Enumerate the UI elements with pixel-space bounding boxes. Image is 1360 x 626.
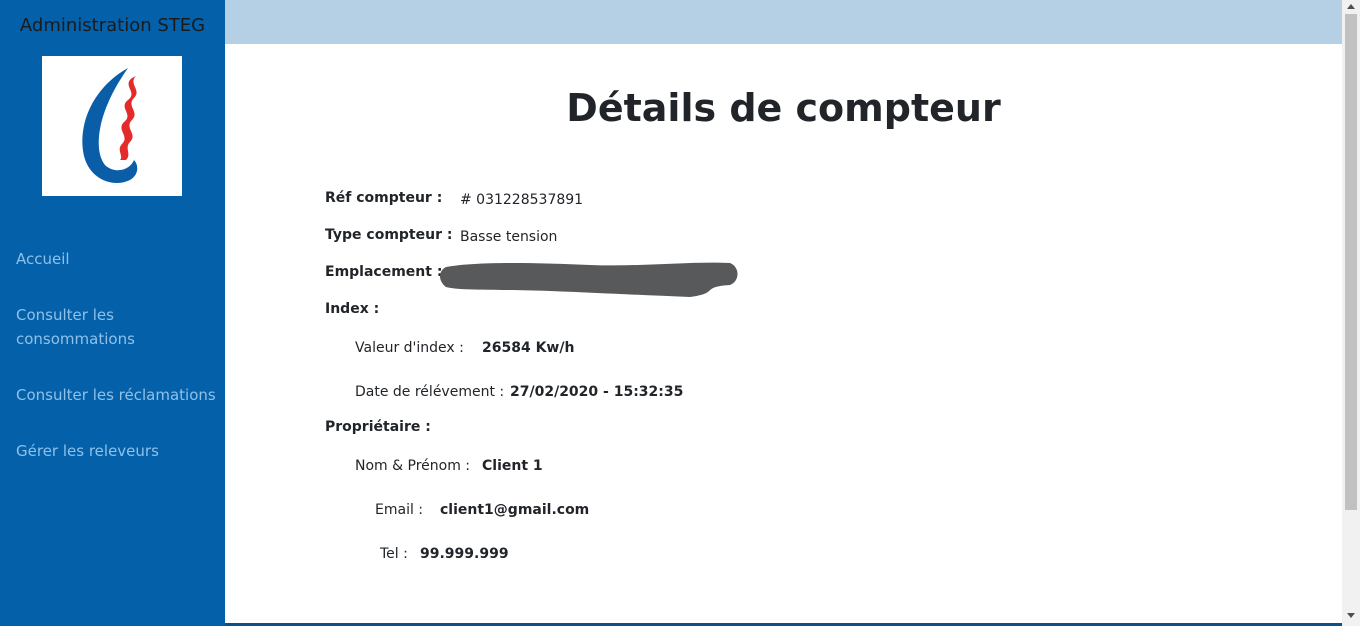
tel-label: Tel : [380,546,408,562]
date-value: 27/02/2020 - 15:32:35 [510,384,684,400]
type-label: Type compteur : [325,227,453,243]
vertical-scrollbar[interactable] [1342,0,1360,626]
ref-value: # 031228537891 [460,192,584,208]
email-value: client1@gmail.com [440,502,590,518]
owner-label: Propriétaire : [325,419,431,435]
brand-title: Administration STEG [19,15,206,36]
scroll-down-icon[interactable] [1347,613,1355,618]
tel-value: 99.999.999 [420,546,509,562]
redaction-mark [440,262,738,297]
index-label: Index : [325,301,380,317]
name-label: Nom & Prénom : [355,458,470,474]
index-value-label: Valeur d'index : [355,340,464,356]
name-value: Client 1 [482,458,543,474]
sidebar-item-releveurs[interactable]: Gérer les releveurs [16,439,216,463]
steg-logo-icon [82,68,138,183]
emplacement-label: Emplacement : [325,264,443,280]
scroll-thumb[interactable] [1345,14,1357,510]
email-label: Email : [375,502,424,518]
type-value: Basse tension [460,229,558,245]
logo [42,56,182,196]
sidebar-item-consommations[interactable]: Consulter les consommations [16,303,216,351]
date-label: Date de rélévement : [355,384,505,400]
sidebar-item-accueil[interactable]: Accueil [16,247,216,271]
sidebar: Administration STEG Accueil Consulter le… [0,0,225,626]
scroll-up-icon[interactable] [1347,4,1355,9]
page-title: Détails de compteur [566,86,1001,130]
top-bar [225,0,1342,44]
index-value: 26584 Kw/h [482,340,575,356]
ref-label: Réf compteur : [325,190,443,206]
sidebar-item-reclamations[interactable]: Consulter les réclamations [16,383,216,407]
